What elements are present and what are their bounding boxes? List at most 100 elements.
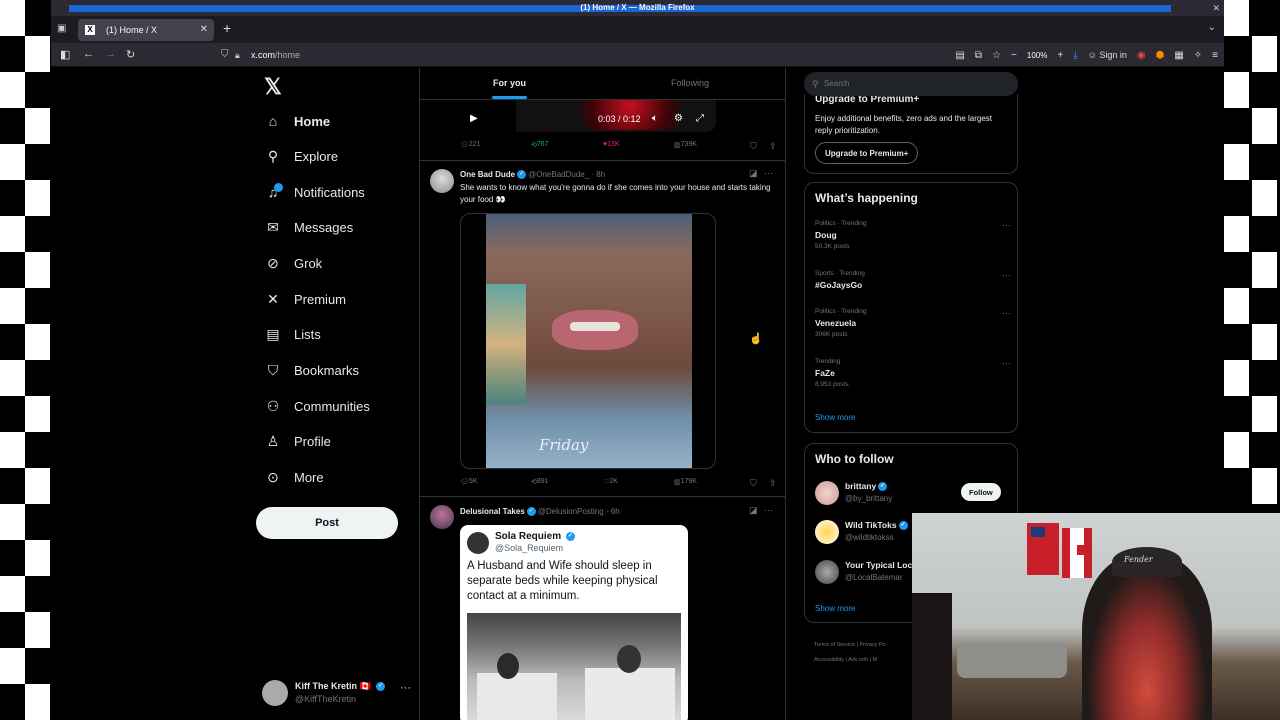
nav-item-lists[interactable]: ▤ Lists	[264, 322, 320, 346]
author-handle[interactable]: @DelusionPosting	[538, 507, 604, 516]
tab-close-icon[interactable]: ✕	[200, 19, 208, 41]
trend-item[interactable]: Sports · Trending #GoJaysGo ···	[815, 270, 1011, 306]
grok-icon[interactable]: ◪	[749, 505, 758, 516]
zoom-out-icon[interactable]: −	[1011, 50, 1017, 61]
nav-label: Communities	[294, 398, 370, 414]
x-logo-icon[interactable]: 𝕏	[264, 74, 282, 100]
nav-item-home[interactable]: ⌂ Home	[264, 109, 330, 133]
nav-item-explore[interactable]: ⚲ Explore	[264, 144, 338, 168]
avatar	[815, 560, 839, 584]
trend-item[interactable]: Politics · Trending Venezuela 306K posts…	[815, 308, 1011, 344]
share-icon[interactable]: ⇪	[769, 478, 777, 489]
x-premium-icon: ✕	[267, 290, 279, 307]
pip-icon[interactable]: ⧉	[975, 50, 982, 61]
views-button[interactable]: ▥ 739K	[674, 141, 697, 149]
new-tab-icon[interactable]: +	[223, 20, 231, 36]
lock-icon[interactable]: 🔒︎	[235, 46, 240, 64]
reader-view-icon[interactable]: ▤	[955, 50, 964, 61]
nav-item-communities[interactable]: ⚇ Communities	[264, 394, 370, 418]
like-button[interactable]: ♡ 2K	[603, 478, 618, 486]
repost-button[interactable]: ⟲ 767	[531, 141, 549, 149]
nav-item-messages[interactable]: ✉ Messages	[264, 215, 353, 239]
tab-for-you[interactable]: For you	[492, 78, 527, 99]
post-time[interactable]: · 8h	[591, 170, 605, 179]
search-input[interactable]: ⚲ Search	[804, 72, 1018, 96]
extension-icon[interactable]: ◉	[1137, 50, 1146, 61]
account-switcher[interactable]: Kiff The Kretin 🇨🇦 @KiffTheKretin ✓ ···	[262, 678, 412, 708]
upgrade-premium-button[interactable]: Upgrade to Premium+	[815, 142, 919, 164]
ublock-icon[interactable]: ⬢	[1156, 50, 1165, 61]
more-dots-icon[interactable]: ···	[764, 168, 773, 178]
post-divider	[420, 496, 785, 497]
reply-button[interactable]: 💬︎ 5K	[460, 478, 477, 486]
avatar[interactable]	[430, 169, 454, 193]
tab-home-x[interactable]: X (1) Home / X ✕	[78, 19, 214, 41]
avatar[interactable]	[430, 505, 454, 529]
more-dots-icon[interactable]: ···	[764, 505, 773, 515]
quoted-image-post[interactable]: Sola Requiem ✓ @Sola_Requiem A Husband a…	[460, 525, 688, 720]
author-name[interactable]: One Bad Dude	[460, 170, 515, 179]
play-icon[interactable]: ▶	[470, 113, 478, 124]
volume-icon[interactable]: 🔈︎	[652, 113, 658, 124]
repost-button[interactable]: ⟲ 891	[531, 478, 549, 486]
post3-header: Delusional Takes ✓ @DelusionPosting · 6h	[460, 507, 620, 517]
tab-list-icon[interactable]: ▣	[57, 23, 66, 34]
more-dots-icon[interactable]: ···	[1002, 308, 1011, 318]
reload-icon[interactable]: ↻	[126, 48, 135, 61]
author-name[interactable]: Delusional Takes	[460, 507, 525, 516]
nav-item-profile[interactable]: ♙ Profile	[264, 429, 331, 453]
follow-show-more-link[interactable]: Show more	[815, 604, 855, 613]
shield-icon[interactable]: ⛉	[221, 46, 229, 64]
more-dots-icon[interactable]: ···	[1002, 270, 1011, 280]
forward-icon[interactable]: →	[105, 48, 116, 60]
back-icon[interactable]: ←	[83, 48, 94, 60]
fullscreen-icon[interactable]: ⤢	[696, 113, 704, 124]
author-handle[interactable]: @OneBadDude_	[528, 170, 589, 179]
more-dots-icon[interactable]: ···	[400, 682, 411, 694]
bookmark-star-icon[interactable]: ☆	[992, 50, 1001, 61]
follow-button[interactable]: Follow	[961, 483, 1001, 501]
bookmark-icon[interactable]: ⛉	[750, 478, 757, 489]
bookmark-icon: ⛉	[267, 361, 279, 378]
url-bar[interactable]: ⛉ 🔒︎ x.com/home	[215, 46, 965, 64]
tab-following[interactable]: Following	[671, 78, 709, 88]
extensions-icon[interactable]: ✧	[1194, 50, 1202, 61]
more-dots-icon[interactable]: ···	[1002, 358, 1011, 368]
nav-item-premium[interactable]: ✕ Premium	[264, 287, 346, 311]
webcam-shelf	[957, 643, 1067, 678]
window-close-icon[interactable]: ✕	[1212, 0, 1220, 16]
timeline: For you Following ▶ 0:03 / 0:12 🔈︎ ⚙ ⤢ 💬…	[419, 68, 786, 720]
post-video[interactable]: Friday	[460, 213, 716, 469]
grok-icon[interactable]: ◪	[749, 168, 758, 179]
nav-item-notifications[interactable]: ♫ Notifications	[264, 180, 365, 204]
follow-suggestion[interactable]: brittany ✓ @by_brittany Follow	[815, 478, 1015, 508]
nav-item-grok[interactable]: ⊘ Grok	[264, 251, 322, 275]
like-button[interactable]: ♥ 13K	[603, 141, 620, 148]
post-button[interactable]: Post	[256, 507, 398, 539]
share-icon[interactable]: ⇪	[769, 141, 777, 152]
sidebar-toggle-icon[interactable]: ◧	[60, 48, 70, 61]
video-frame	[486, 214, 692, 468]
sign-in-button[interactable]: ☺ Sign in	[1088, 50, 1127, 60]
trend-item[interactable]: Trending FaZe 8,953 posts ···	[815, 358, 1011, 394]
more-circle-icon: ⊙	[267, 468, 279, 485]
zoom-level[interactable]: 100%	[1027, 51, 1047, 60]
bookmark-icon[interactable]: ⛉	[750, 141, 757, 152]
trends-show-more-link[interactable]: Show more	[815, 413, 855, 422]
nav-item-more[interactable]: ⊙ More	[264, 465, 324, 489]
download-icon[interactable]: ⤓	[1073, 50, 1077, 61]
chevron-down-icon[interactable]: ⌄	[1208, 22, 1216, 33]
quote-author-name: Sola Requiem ✓	[495, 531, 577, 542]
zoom-in-icon[interactable]: +	[1057, 50, 1063, 61]
settings-gear-icon[interactable]: ⚙	[674, 113, 683, 124]
views-button[interactable]: ▥ 179K	[674, 478, 697, 486]
menu-icon[interactable]: ≡	[1212, 50, 1218, 61]
post-time[interactable]: · 6h	[606, 507, 620, 516]
more-dots-icon[interactable]: ···	[1002, 220, 1011, 230]
screenshot-icon[interactable]: ▦	[1174, 50, 1183, 61]
suggestion-name-text: brittany	[845, 481, 877, 491]
nav-item-bookmarks[interactable]: ⛉ Bookmarks	[264, 358, 359, 382]
trend-item[interactable]: Politics · Trending Doug 50.3K posts ···	[815, 220, 1011, 256]
video-player[interactable]: ▶ 0:03 / 0:12 🔈︎ ⚙ ⤢	[460, 100, 716, 132]
reply-button[interactable]: 💬︎ 221	[460, 141, 481, 149]
